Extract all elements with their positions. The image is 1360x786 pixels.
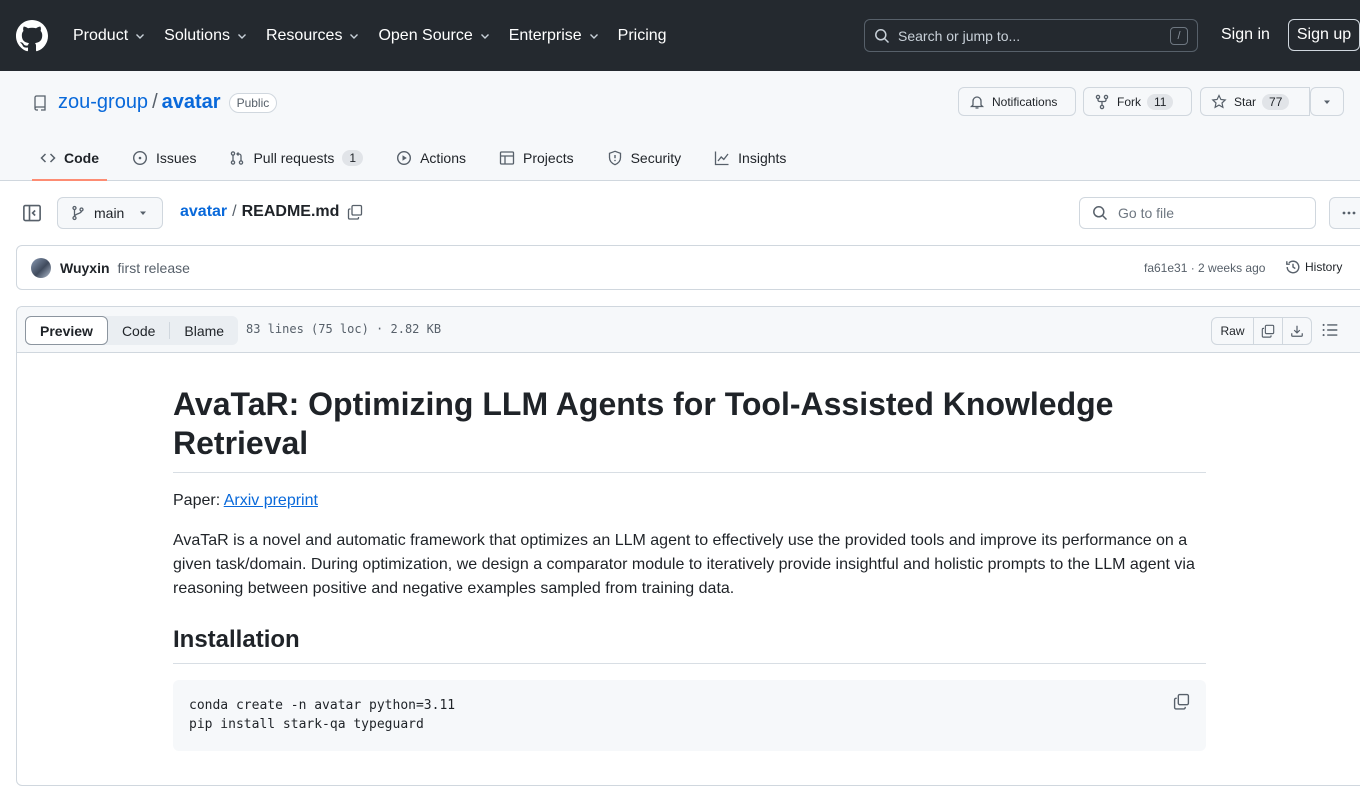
nav-pricing[interactable]: Pricing bbox=[618, 27, 667, 45]
branch-selector[interactable]: main bbox=[57, 197, 163, 229]
search-icon bbox=[875, 28, 890, 43]
tab-code[interactable]: Code bbox=[32, 137, 107, 181]
breadcrumb-separator: / bbox=[232, 203, 237, 220]
global-nav: Product Solutions Resources Open Source … bbox=[73, 27, 685, 45]
breadcrumb-repo-link[interactable]: avatar bbox=[180, 203, 227, 221]
paper-line: Paper: Arxiv preprint bbox=[173, 492, 318, 509]
star-list-dropdown[interactable] bbox=[1310, 87, 1344, 116]
chevron-down-icon bbox=[350, 33, 359, 39]
download-button[interactable] bbox=[1283, 318, 1311, 344]
search-shortcut-key: / bbox=[1170, 26, 1188, 45]
repo-owner-link[interactable]: zou-group bbox=[58, 91, 148, 114]
history-icon bbox=[1286, 260, 1300, 274]
blame-button[interactable]: Blame bbox=[170, 316, 238, 345]
commit-author-link[interactable]: Wuyxin bbox=[60, 260, 110, 276]
chevron-down-icon bbox=[237, 33, 246, 39]
nav-open-source[interactable]: Open Source bbox=[378, 27, 490, 45]
repo-title: zou-group / avatar Public bbox=[32, 91, 278, 114]
code-icon bbox=[40, 153, 56, 163]
readme-description: AvaTaR is a novel and automatic framewor… bbox=[173, 532, 1195, 597]
table-icon bbox=[499, 151, 515, 165]
installation-heading: Installation bbox=[173, 625, 1206, 664]
global-header: Product Solutions Resources Open Source … bbox=[0, 0, 1360, 71]
code-view-button[interactable]: Code bbox=[108, 316, 169, 345]
file-actions: Raw bbox=[1211, 317, 1312, 345]
repo-tabs: Code Issues Pull requests 1 Actions Proj… bbox=[32, 137, 811, 181]
go-to-file-input[interactable]: Go to file bbox=[1079, 197, 1316, 229]
graph-icon bbox=[715, 151, 729, 166]
copy-code-icon[interactable] bbox=[1173, 693, 1190, 710]
global-search-input[interactable]: Search or jump to... / bbox=[864, 19, 1198, 52]
fork-icon bbox=[1095, 94, 1109, 109]
tab-insights[interactable]: Insights bbox=[706, 137, 794, 179]
fork-button[interactable]: Fork 11 bbox=[1083, 87, 1192, 116]
chevron-down-icon bbox=[480, 33, 489, 39]
git-branch-icon bbox=[72, 205, 84, 221]
triangle-down-icon bbox=[140, 211, 147, 215]
tab-actions[interactable]: Actions bbox=[388, 137, 474, 179]
file-info: 83 lines (75 loc) · 2.82 KB bbox=[246, 322, 442, 336]
tab-issues[interactable]: Issues bbox=[124, 137, 204, 179]
shield-icon bbox=[608, 150, 621, 166]
preview-button[interactable]: Preview bbox=[25, 316, 108, 345]
file-header: Preview Code Blame 83 lines (75 loc) · 2… bbox=[17, 307, 1360, 353]
chevron-down-icon bbox=[136, 33, 145, 39]
nav-solutions[interactable]: Solutions bbox=[164, 27, 248, 45]
issue-icon bbox=[132, 150, 148, 166]
star-icon bbox=[1211, 93, 1227, 108]
view-mode-switch: Preview Code Blame bbox=[25, 316, 239, 345]
search-icon bbox=[1093, 206, 1108, 221]
install-code-block: conda create -n avatar python=3.11 pip i… bbox=[173, 680, 1206, 751]
tab-pull-requests[interactable]: Pull requests 1 bbox=[221, 137, 371, 179]
breadcrumb-file-name: README.md bbox=[241, 203, 340, 220]
fork-count: 11 bbox=[1147, 93, 1174, 110]
pull-requests-count: 1 bbox=[342, 150, 364, 166]
file-viewer: Preview Code Blame 83 lines (75 loc) · 2… bbox=[16, 306, 1360, 786]
sign-in-link[interactable]: Sign in bbox=[1221, 26, 1270, 44]
raw-button[interactable]: Raw bbox=[1212, 318, 1254, 344]
copy-icon bbox=[1261, 324, 1275, 338]
file-navigation: main avatar / README.md Go to file bbox=[0, 197, 1360, 229]
sign-up-button[interactable]: Sign up bbox=[1288, 19, 1360, 51]
kebab-horizontal-icon bbox=[1342, 211, 1356, 215]
branch-name: main bbox=[94, 205, 125, 221]
repo-name-link[interactable]: avatar bbox=[162, 91, 221, 114]
copy-path-icon[interactable] bbox=[347, 204, 363, 220]
star-button[interactable]: Star 77 bbox=[1200, 87, 1310, 116]
star-count: 77 bbox=[1262, 93, 1290, 110]
visibility-badge: Public bbox=[228, 92, 278, 113]
nav-product[interactable]: Product bbox=[73, 27, 146, 45]
nav-resources[interactable]: Resources bbox=[266, 27, 360, 45]
notifications-button[interactable]: Notifications bbox=[958, 87, 1076, 116]
pull-request-icon bbox=[231, 151, 244, 165]
nav-enterprise[interactable]: Enterprise bbox=[509, 27, 600, 45]
repo-header: zou-group / avatar Public Notifications … bbox=[0, 71, 1360, 181]
repo-title-separator: / bbox=[152, 91, 158, 113]
copy-raw-button[interactable] bbox=[1254, 318, 1283, 344]
more-options-button[interactable] bbox=[1329, 197, 1360, 229]
chevron-down-icon bbox=[589, 33, 598, 39]
commit-meta[interactable]: fa61e31 · 2 weeks ago bbox=[1144, 261, 1265, 275]
tab-security[interactable]: Security bbox=[599, 137, 690, 179]
history-button[interactable]: History bbox=[1285, 259, 1342, 275]
commit-message-link[interactable]: first release bbox=[118, 260, 190, 276]
bell-icon bbox=[969, 95, 985, 109]
sidebar-toggle-icon[interactable] bbox=[22, 203, 42, 223]
latest-commit-bar: Wuyxin first release fa61e31 · 2 weeks a… bbox=[16, 245, 1360, 290]
repo-icon bbox=[34, 94, 46, 111]
search-placeholder: Search or jump to... bbox=[898, 27, 1021, 44]
breadcrumb: avatar / README.md bbox=[180, 203, 363, 221]
readme-content: AvaTaR: Optimizing LLM Agents for Tool-A… bbox=[173, 353, 1206, 751]
play-icon bbox=[397, 150, 412, 166]
author-avatar[interactable] bbox=[31, 257, 51, 278]
arxiv-preprint-link[interactable]: Arxiv preprint bbox=[224, 492, 318, 509]
go-to-file-placeholder: Go to file bbox=[1118, 205, 1175, 221]
install-code: conda create -n avatar python=3.11 pip i… bbox=[189, 698, 456, 732]
outline-list-icon[interactable] bbox=[1321, 321, 1339, 339]
tab-projects[interactable]: Projects bbox=[491, 137, 582, 179]
triangle-down-icon bbox=[1324, 100, 1330, 104]
github-logo-icon[interactable] bbox=[16, 19, 48, 52]
readme-title: AvaTaR: Optimizing LLM Agents for Tool-A… bbox=[173, 353, 1206, 473]
download-icon bbox=[1291, 325, 1303, 337]
